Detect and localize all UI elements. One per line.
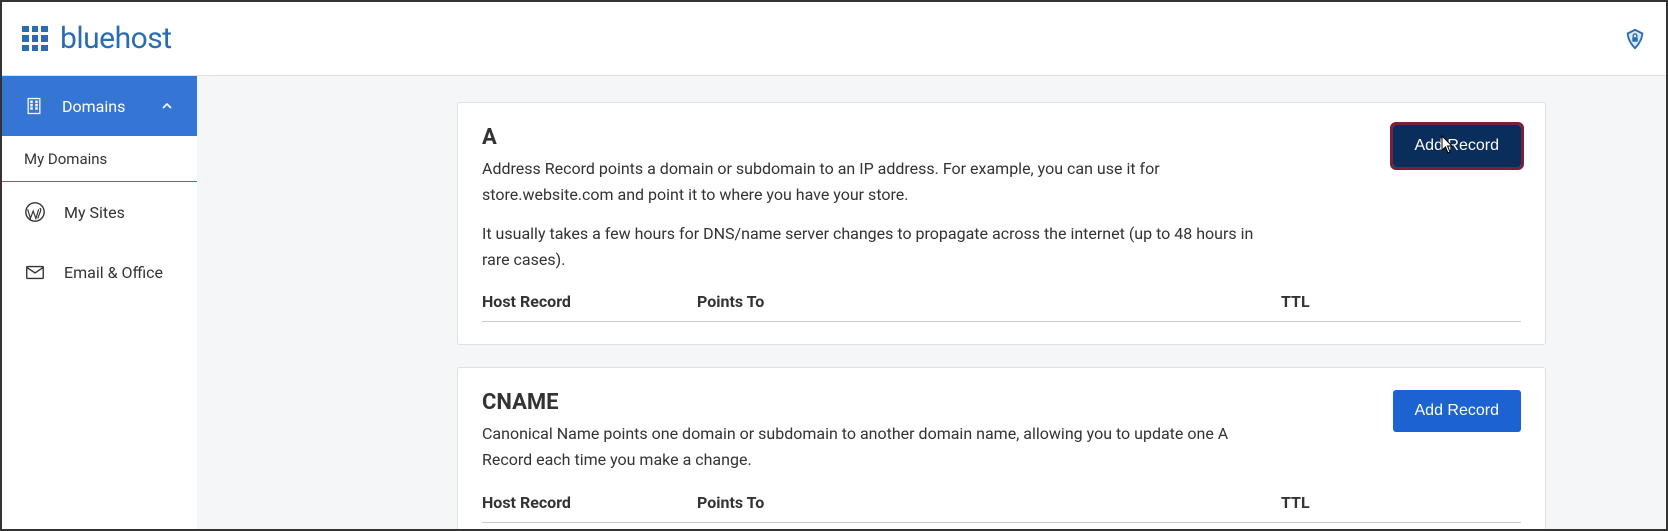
table-header: Host Record Points To TTL: [482, 292, 1521, 322]
record-card-cname: CNAME Canonical Name points one domain o…: [457, 367, 1546, 529]
sidebar-item-email-office[interactable]: Email & Office: [2, 242, 197, 302]
col-host-record: Host Record: [482, 292, 697, 311]
card-title: A: [482, 125, 1282, 150]
sidebar-item-label: Domains: [62, 97, 125, 116]
col-points-to: Points To: [697, 292, 1281, 311]
sidebar-item-label: My Domains: [24, 150, 107, 168]
logo[interactable]: bluehost: [22, 21, 172, 56]
sidebar-item-label: Email & Office: [64, 263, 163, 282]
col-host-record: Host Record: [482, 493, 697, 512]
security-icon[interactable]: [1624, 28, 1646, 50]
add-record-button-cname[interactable]: Add Record: [1393, 390, 1522, 432]
main-content: A Address Record points a domain or subd…: [197, 76, 1666, 529]
topbar-right: [1624, 28, 1646, 50]
sidebar-sub-my-domains[interactable]: My Domains: [2, 136, 197, 182]
sidebar-item-label: My Sites: [64, 203, 125, 222]
envelope-icon: [24, 261, 46, 283]
record-card-a: A Address Record points a domain or subd…: [457, 102, 1546, 345]
building-icon: [24, 96, 44, 116]
col-points-to: Points To: [697, 493, 1281, 512]
topbar: bluehost: [2, 2, 1666, 76]
card-description: Canonical Name points one domain or subd…: [482, 421, 1282, 472]
sidebar: Domains My Domains My Sites: [2, 76, 197, 529]
table-header: Host Record Points To TTL: [482, 493, 1521, 523]
brand-name: bluehost: [60, 21, 172, 56]
col-ttl: TTL: [1281, 493, 1521, 512]
card-description: Address Record points a domain or subdom…: [482, 156, 1282, 207]
chevron-up-icon: [159, 98, 175, 114]
sidebar-item-my-sites[interactable]: My Sites: [2, 182, 197, 242]
add-record-button-a[interactable]: Add Record: [1393, 125, 1522, 167]
wordpress-icon: [24, 201, 46, 223]
card-title: CNAME: [482, 390, 1282, 415]
card-description-2: It usually takes a few hours for DNS/nam…: [482, 221, 1282, 272]
col-ttl: TTL: [1281, 292, 1521, 311]
apps-grid-icon: [22, 26, 48, 52]
sidebar-item-domains[interactable]: Domains: [2, 76, 197, 136]
